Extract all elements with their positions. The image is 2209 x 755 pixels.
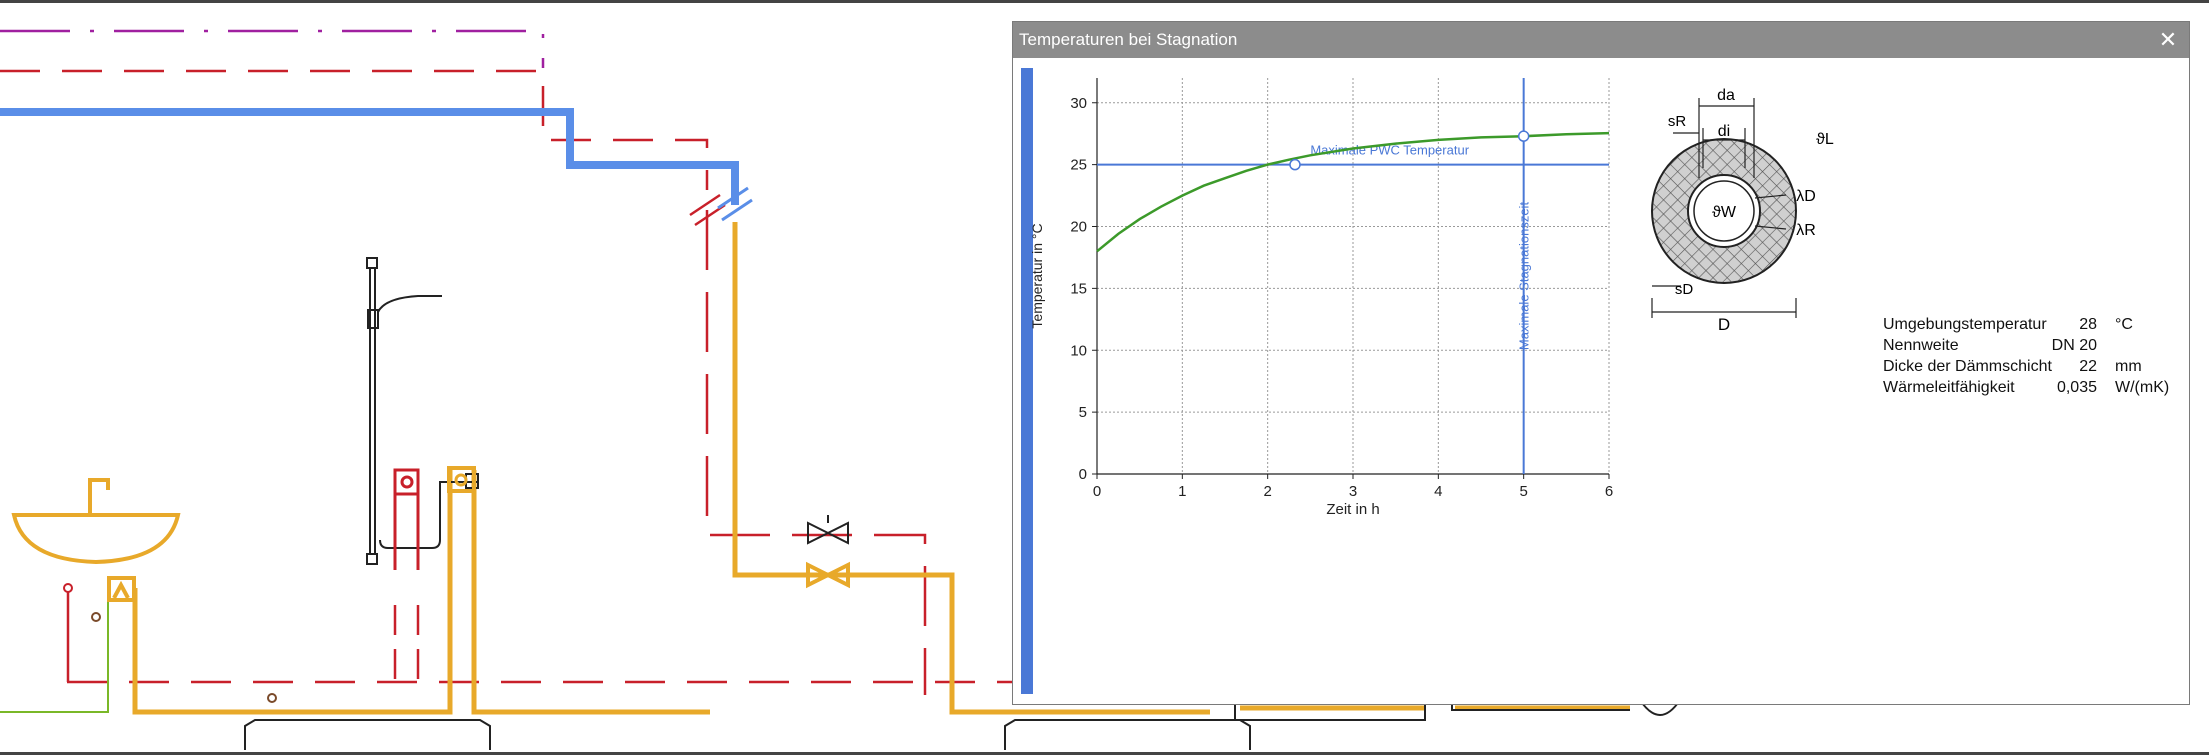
property-value: DN 20 xyxy=(2051,337,2097,354)
label-da: da xyxy=(1717,87,1735,104)
circulation-pipe[interactable] xyxy=(0,69,1012,695)
drain-point xyxy=(91,612,101,622)
property-row: Wärmeleitfähigkeit 0,035 W/(mK) xyxy=(1883,379,2203,400)
x-tick-label: 1 xyxy=(1178,483,1186,500)
property-label: Wärmeleitfähigkeit xyxy=(1883,379,2015,396)
y-tick-label: 20 xyxy=(1070,219,1087,236)
label-theta-w: ϑW xyxy=(1712,204,1737,221)
washbasin-icon[interactable] xyxy=(11,478,181,602)
property-label: Dicke der Dämmschicht xyxy=(1883,358,2052,375)
side-accent-bar xyxy=(1021,68,1033,694)
x-tick-label: 5 xyxy=(1519,483,1527,500)
y-tick-label: 30 xyxy=(1070,95,1087,112)
x-axis-label: Zeit in h xyxy=(1326,501,1379,518)
property-row: Dicke der Dämmschicht 22 mm xyxy=(1883,358,2203,379)
curve-marker xyxy=(1517,130,1530,142)
x-tick-label: 0 xyxy=(1093,483,1101,500)
dialog-titlebar[interactable]: Temperaturen bei Stagnation ✕ xyxy=(1013,22,2189,58)
x-tick-label: 4 xyxy=(1434,483,1442,500)
stagnation-dialog[interactable]: Temperaturen bei Stagnation ✕ 0 1 2 3 4 5 6 0 5 1… xyxy=(1012,21,2190,705)
property-label: Umgebungstemperatur xyxy=(1883,316,2047,333)
y-tick-label: 10 xyxy=(1070,342,1087,359)
y-axis-label: Temperatur in °C xyxy=(1029,223,1045,328)
label-lambda-d: λD xyxy=(1796,188,1816,205)
mixing-valve-icon[interactable] xyxy=(393,466,476,570)
x-tick-label: 2 xyxy=(1263,483,1271,500)
reference-label-vertical: Maximale Stagnationszeit xyxy=(1517,202,1532,351)
chart-axes: 0 1 2 3 4 5 6 0 5 10 15 20 25 30 xyxy=(1070,78,1613,500)
curve-marker xyxy=(1289,158,1301,171)
properties-table: Umgebungstemperatur 28 °C Nennweite DN 2… xyxy=(1883,316,2203,400)
property-value: 22 xyxy=(2079,358,2097,375)
drain-point xyxy=(267,693,277,703)
y-tick-label: 25 xyxy=(1070,157,1087,174)
label-theta-l: ϑL xyxy=(1816,131,1834,148)
property-value: 28 xyxy=(2079,316,2097,333)
insulation-cross-section-diagram: da di sR sD ϑL ϑW λD λR D xyxy=(1651,87,1834,334)
label-d-outer: D xyxy=(1718,315,1730,334)
pipe-break-symbol xyxy=(689,186,753,227)
close-button[interactable]: ✕ xyxy=(2153,22,2183,58)
shutoff-valve-icon[interactable] xyxy=(807,515,849,545)
property-label: Nennweite xyxy=(1883,337,1959,354)
property-value: 0,035 xyxy=(2056,379,2097,396)
y-tick-label: 5 xyxy=(1079,404,1087,421)
label-sr: sR xyxy=(1668,113,1687,130)
label-sd: sD xyxy=(1675,281,1694,298)
y-tick-label: 15 xyxy=(1070,280,1087,297)
y-tick-label: 0 xyxy=(1079,466,1087,483)
dialog-title: Temperaturen bei Stagnation xyxy=(1019,30,1238,49)
x-tick-label: 6 xyxy=(1605,483,1613,500)
property-unit: mm xyxy=(2115,358,2142,375)
label-di: di xyxy=(1718,123,1730,140)
close-icon: ✕ xyxy=(2158,27,2178,52)
property-unit: °C xyxy=(2115,316,2133,333)
valve-point xyxy=(63,583,73,593)
chart-grid xyxy=(1097,78,1610,474)
property-unit: W/(mK) xyxy=(2115,379,2170,396)
purple-pipe[interactable] xyxy=(0,29,545,68)
cold-water-pipe[interactable] xyxy=(0,108,739,205)
x-tick-label: 3 xyxy=(1349,483,1357,500)
property-row: Umgebungstemperatur 28 °C xyxy=(1883,316,2203,337)
property-row: Nennweite DN 20 xyxy=(1883,337,2203,358)
label-lambda-r: λR xyxy=(1796,222,1816,239)
shower-icon[interactable] xyxy=(366,257,479,565)
